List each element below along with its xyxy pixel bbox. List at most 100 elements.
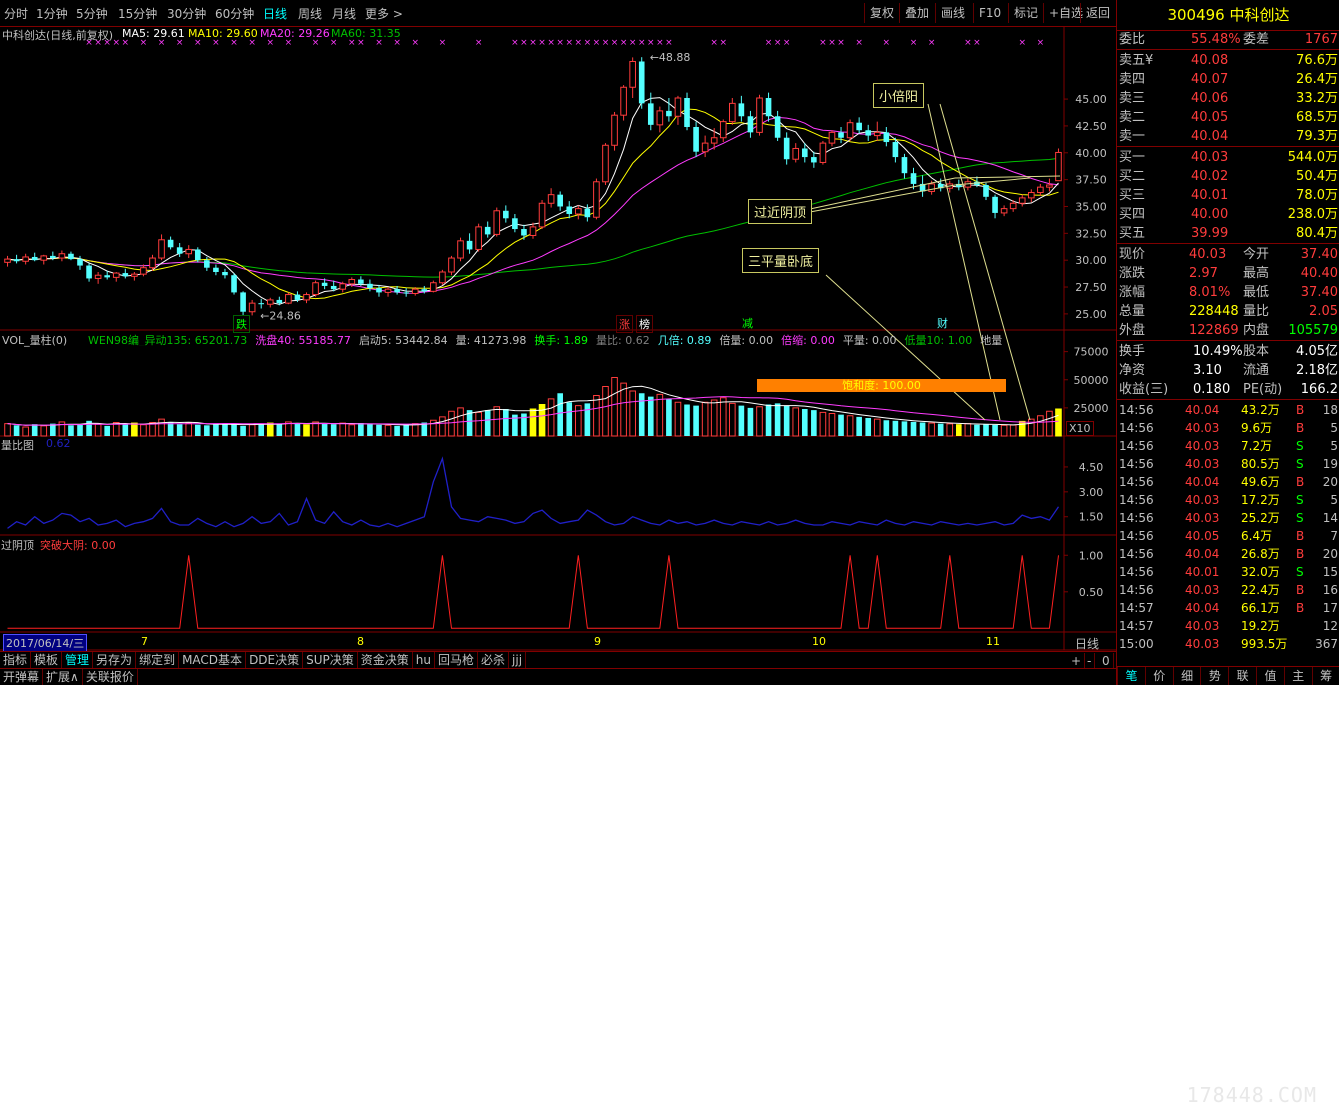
volume-bar (937, 423, 944, 436)
candle-body (538, 202, 546, 228)
candle-body (411, 288, 419, 294)
indicator-tab[interactable]: 回马枪 (435, 652, 479, 668)
tick-volume: 25.2万 (1241, 511, 1280, 525)
quote-tab-0[interactable]: 笔 (1117, 667, 1145, 685)
candle-body (666, 110, 672, 117)
indicator-tab[interactable]: 指标 (0, 652, 32, 668)
divider (1117, 340, 1339, 341)
indicator-tab[interactable]: 管理 (62, 652, 94, 668)
ask-volume: 76.6万 (1296, 53, 1338, 68)
fundamental-row: 换手 10.49% 股本 4.05亿 (1117, 342, 1339, 361)
stat-row: 现价 40.03 今开 37.40 (1117, 245, 1339, 264)
signal-marker: × (593, 38, 601, 48)
volume-bar (448, 410, 455, 437)
candle-body (50, 255, 56, 259)
axis-tick-label: 35.00 (1075, 200, 1107, 213)
candle-body (620, 86, 627, 116)
candle-body (40, 255, 48, 261)
indicator-tab[interactable]: 必杀 (478, 652, 510, 668)
candle-body (647, 103, 654, 125)
tick-count: 20 (1322, 547, 1338, 561)
zoom-reset-button[interactable]: 0 (1099, 653, 1114, 669)
candle-body (883, 132, 890, 143)
weibi-row: 委比 55.48% 委差 1767 (1117, 30, 1339, 49)
candle-body (104, 275, 110, 278)
tick-direction: B (1296, 403, 1305, 417)
indicator-tab[interactable]: 另存为 (93, 652, 137, 668)
quote-tab-2[interactable]: 细 (1172, 667, 1201, 685)
volume-bar (774, 403, 781, 436)
lb-panel-title: 量比图 (1, 439, 34, 452)
stat-label: 涨跌 (1119, 266, 1146, 281)
volume-bar (765, 404, 772, 436)
indicator-tab[interactable]: jjj (509, 652, 527, 668)
axis-tick-label: 25000 (1074, 402, 1109, 415)
tick-direction: S (1296, 439, 1304, 453)
zoom-in-button[interactable]: + (1068, 653, 1086, 669)
volume-bar (330, 424, 337, 436)
zoom-out-button[interactable]: - (1084, 653, 1096, 669)
gyd-panel-title: 过阴顶 (1, 539, 34, 552)
signal-marker: × (611, 38, 619, 48)
signal-marker: × (783, 38, 791, 48)
indicator-tab[interactable]: hu (413, 652, 436, 668)
indicator-tab[interactable]: DDE决策 (246, 652, 304, 668)
volume-bar (348, 424, 356, 437)
volume-bar (719, 397, 727, 437)
volume-bar (185, 422, 193, 437)
quote-tab-7[interactable]: 筹 (1311, 667, 1339, 685)
tick-volume: 80.5万 (1241, 457, 1280, 471)
volume-bar (321, 423, 328, 436)
quote-tab-4[interactable]: 联 (1228, 667, 1256, 685)
quote-tab-3[interactable]: 势 (1200, 667, 1228, 685)
volume-bar (756, 406, 763, 437)
volume-bar (956, 424, 962, 436)
ma10-label: MA10: 29.60 (188, 27, 258, 40)
vol-indicator-item: 几倍: 0.89 (657, 334, 712, 346)
quote-tab-5[interactable]: 值 (1256, 667, 1284, 685)
volume-bar (892, 420, 899, 436)
candle-body (439, 271, 446, 284)
volume-bar (811, 410, 817, 436)
indicator-tab[interactable]: 绑定到 (136, 652, 180, 668)
annotation-sanpingliang: 三平量卧底 (742, 248, 820, 273)
fundamental-label: 收益(三) (1119, 382, 1169, 397)
candle-body (529, 226, 537, 236)
bid-row: 买五 39.99 80.4万 (1117, 224, 1339, 243)
axis-tick-label: 30.00 (1075, 254, 1107, 267)
extra-tab[interactable]: 开弹幕 (0, 669, 44, 685)
volume-bar (547, 398, 555, 437)
vol-indicator-item: 低量10: 1.00 (904, 334, 973, 346)
fundamental-row: 收益(三) 0.180 PE(动) 166.2 (1117, 380, 1339, 399)
volume-bar (411, 423, 419, 437)
stat-row: 涨跌 2.97 最高 40.40 (1117, 264, 1339, 283)
volume-bar (475, 411, 482, 437)
volume-bar (521, 413, 527, 436)
ask-volume: 33.2万 (1296, 91, 1338, 106)
extra-tab[interactable]: 关联报价 (83, 669, 138, 685)
indicator-tab[interactable]: 资金决策 (358, 652, 413, 668)
extra-tab[interactable]: 扩展∧ (43, 669, 83, 685)
signal-marker: × (719, 38, 727, 48)
stock-name: 中科创达 (1229, 6, 1290, 24)
tick-row: 14:56 40.04 49.6万 B 20 (1117, 473, 1339, 491)
tick-count: 16 (1322, 583, 1338, 597)
candle-body (792, 147, 800, 160)
tick-count: 17 (1322, 601, 1338, 615)
tick-count: 18 (1322, 403, 1338, 417)
bid-volume: 544.0万 (1287, 150, 1338, 165)
quote-tab-6[interactable]: 主 (1283, 667, 1312, 685)
quote-tab-1[interactable]: 价 (1144, 667, 1173, 685)
volume-bar (602, 386, 609, 437)
volume-bar (819, 411, 827, 437)
indicator-tab[interactable]: SUP决策 (303, 652, 358, 668)
bid-row: 买三 40.01 78.0万 (1117, 186, 1339, 205)
volume-bar (131, 422, 138, 437)
volume-bar (638, 393, 645, 436)
candle-body (448, 257, 455, 273)
candle-body (312, 282, 319, 296)
indicator-tab[interactable]: 模板 (31, 652, 63, 668)
indicator-tab[interactable]: MACD基本 (179, 652, 247, 668)
bid-row: 买一 40.03 544.0万 (1117, 148, 1339, 167)
volume-bar (231, 424, 237, 436)
